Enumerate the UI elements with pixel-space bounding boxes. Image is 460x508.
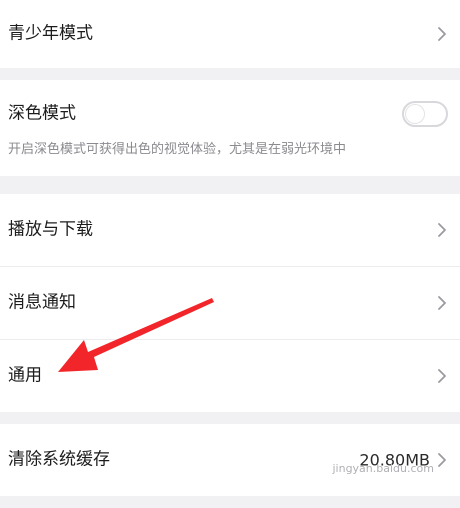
chevron-right-icon [434,452,450,468]
section-dark-mode: 深色模式 开启深色模式可获得出色的视觉体验，尤其是在弱光环境中 [0,80,460,176]
general-label: 通用 [8,365,42,386]
notifications-label: 消息通知 [8,292,76,313]
teen-mode-label: 青少年模式 [8,23,93,44]
general-row[interactable]: 通用 [0,340,460,412]
dark-mode-description: 开启深色模式可获得出色的视觉体验，尤其是在弱光环境中 [8,142,347,157]
section-teen-mode: 青少年模式 [0,0,460,68]
chevron-right-icon [434,295,450,311]
play-download-label: 播放与下载 [8,219,93,240]
notifications-row[interactable]: 消息通知 [0,267,460,339]
section-general-settings: 播放与下载 消息通知 通用 [0,194,460,412]
section-clear-cache: 清除系统缓存 20.80MB [0,424,460,496]
watermark: jingyan.baidu.com [332,462,434,475]
chevron-right-icon [434,222,450,238]
dark-mode-label: 深色模式 [8,103,76,124]
chevron-right-icon [434,26,450,42]
clear-cache-label: 清除系统缓存 [8,449,110,470]
play-download-row[interactable]: 播放与下载 [0,194,460,266]
clear-cache-row[interactable]: 清除系统缓存 20.80MB [0,424,460,496]
toggle-knob [406,105,424,123]
chevron-right-icon [434,368,450,384]
dark-mode-toggle[interactable] [402,101,448,127]
settings-page: 青少年模式 深色模式 开启深色模式可获得出色的视觉体验，尤其是在弱光环境中 播放… [0,0,460,508]
teen-mode-row[interactable]: 青少年模式 [0,0,460,68]
